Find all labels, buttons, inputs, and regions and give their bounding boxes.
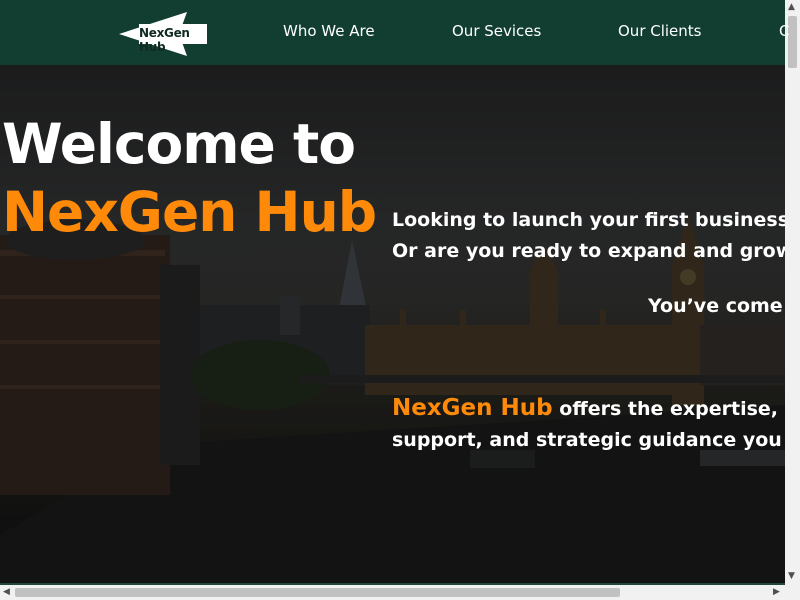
scroll-right-icon[interactable]: ▶ [773,588,780,597]
hero-brand-heading: NexGen Hub [2,180,377,244]
hero-section: Welcome to NexGen Hub Looking to launch … [0,65,785,583]
nav-who-we-are[interactable]: Who We Are [283,22,375,40]
logo-text: NexGen Hub [139,26,190,54]
hero-line-5: support, and strategic guidance you [392,429,782,451]
hero-welcome-heading: Welcome to [2,112,356,176]
scroll-left-icon[interactable]: ◀ [3,588,10,597]
vertical-scrollbar[interactable]: ▲ ▼ [785,0,800,585]
hero-line-3: You’ve come [648,295,783,317]
hero-line-4: NexGen Hub offers the expertise, l [392,395,785,421]
hero-line-2: Or are you ready to expand and grow [392,240,785,262]
hero-line-4-text: offers the expertise, l [559,398,785,420]
horizontal-scroll-thumb[interactable] [15,588,620,597]
scroll-down-icon[interactable]: ▼ [788,572,795,581]
hero-line-1: Looking to launch your first business [392,209,785,231]
nav-contact[interactable]: C [779,22,789,40]
site-header: NexGen Hub Who We Are Our Sevices Our Cl… [0,0,789,65]
logo[interactable]: NexGen Hub [117,10,209,58]
horizontal-scrollbar[interactable]: ◀ ▶ [0,585,800,600]
hero-brand-inline: NexGen Hub [392,395,553,421]
scroll-up-icon[interactable]: ▲ [788,3,795,12]
nav-our-clients[interactable]: Our Clients [618,22,702,40]
nav-our-services[interactable]: Our Sevices [452,22,541,40]
